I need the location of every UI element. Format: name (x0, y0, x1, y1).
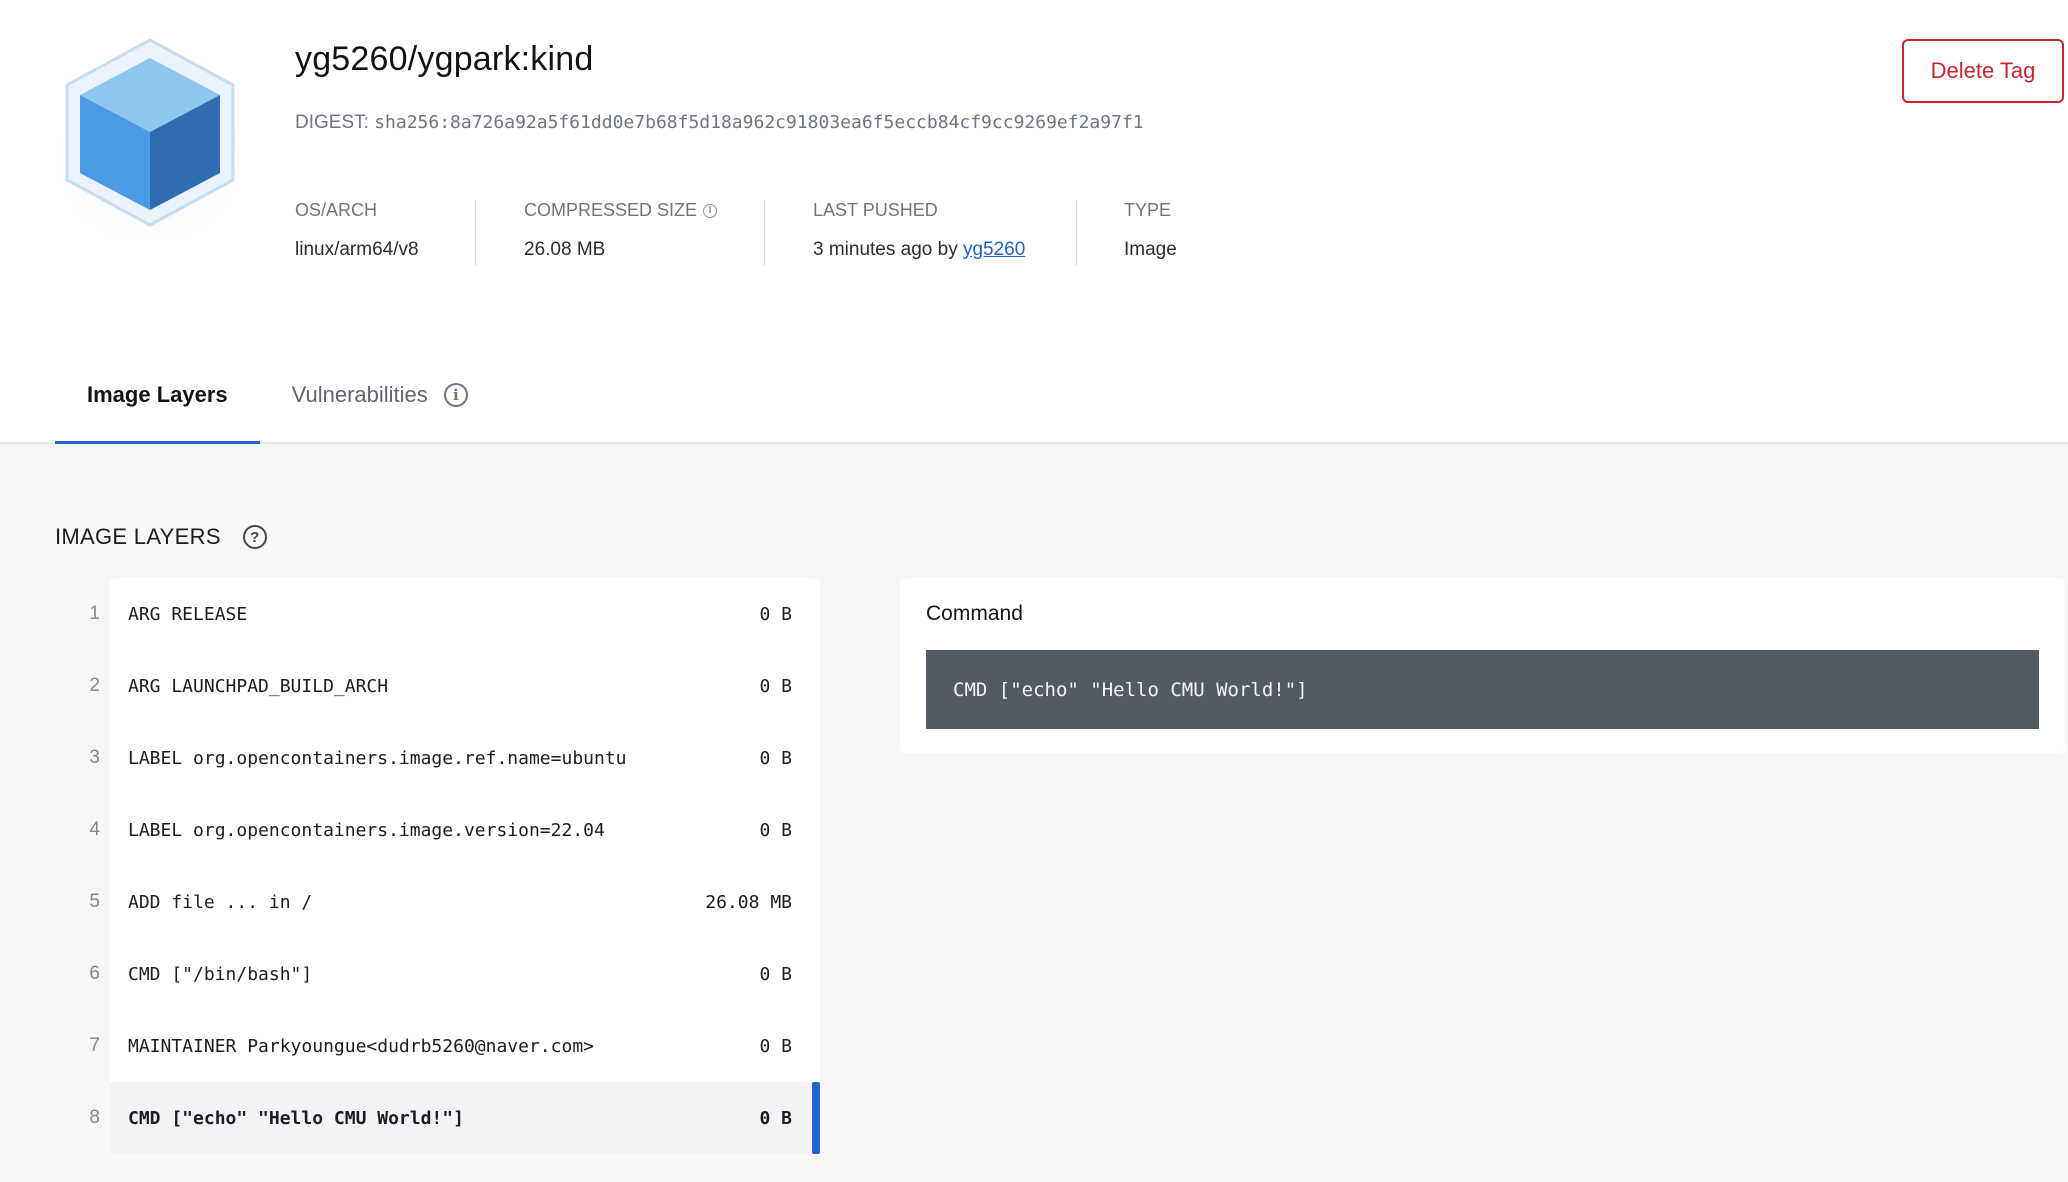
command-title: Command (926, 602, 1023, 625)
layer-command: MAINTAINER Parkyoungue<dudrb5260@naver.c… (128, 1035, 594, 1057)
last-pushed-time: 3 minutes ago by (813, 239, 958, 260)
meta-last-pushed: LAST PUSHED 3 minutes ago by yg5260 (813, 200, 1025, 266)
meta-divider (1076, 200, 1077, 266)
layer-number: 4 (55, 794, 110, 866)
info-icon[interactable]: i (443, 382, 468, 407)
tab-vulnerabilities-label: Vulnerabilities (291, 381, 428, 407)
digest-value[interactable]: sha256:8a726a92a5f61dd0e7b68f5d18a962c91… (374, 112, 1143, 133)
layer-row[interactable]: 8 CMD ["echo" "Hello CMU World!"] 0 B (55, 1082, 820, 1154)
digest-label: DIGEST: (295, 112, 369, 133)
compressed-size-label-row: COMPRESSED SIZE i (524, 200, 718, 221)
layer-command: LABEL org.opencontainers.image.ref.name=… (128, 747, 627, 769)
last-pushed-label: LAST PUSHED (813, 200, 938, 220)
section-title: IMAGE LAYERS ? (55, 524, 267, 550)
layer-body: ADD file ... in / 26.08 MB (110, 866, 820, 938)
layer-number: 1 (55, 578, 110, 650)
layer-number: 5 (55, 866, 110, 938)
layer-size: 26.08 MB (705, 891, 792, 913)
image-layers-heading: IMAGE LAYERS (55, 524, 221, 549)
layer-row[interactable]: 3 LABEL org.opencontainers.image.ref.name… (55, 722, 820, 794)
tag-header: yg5260/ygpark:kind DIGEST: sha256:8a726a… (0, 0, 2068, 445)
layer-size: 0 B (759, 603, 792, 625)
layer-command: CMD ["echo" "Hello CMU World!"] (128, 1107, 464, 1129)
info-icon[interactable]: i (703, 203, 718, 218)
tab-bar: Image Layers Vulnerabilities i (55, 345, 500, 445)
layer-size: 0 B (759, 1035, 792, 1057)
os-arch-value: linux/arm64/v8 (295, 239, 419, 260)
command-value: CMD ["echo" "Hello CMU World!"] (926, 650, 2039, 729)
compressed-size-label: COMPRESSED SIZE (524, 200, 698, 220)
layer-row[interactable]: 7 MAINTAINER Parkyoungue<dudrb5260@naver.… (55, 1010, 820, 1082)
layer-body: CMD ["/bin/bash"] 0 B (110, 938, 820, 1010)
layer-command: LABEL org.opencontainers.image.version=2… (128, 819, 605, 841)
layer-row[interactable]: 5 ADD file ... in / 26.08 MB (55, 866, 820, 938)
layer-body: LABEL org.opencontainers.image.version=2… (110, 794, 820, 866)
layer-command: ADD file ... in / (128, 891, 313, 913)
meta-compressed-size: COMPRESSED SIZE i 26.08 MB (524, 200, 718, 266)
layer-command: ARG LAUNCHPAD_BUILD_ARCH (128, 675, 389, 697)
type-value: Image (1124, 239, 1177, 260)
tab-image-layers[interactable]: Image Layers (55, 345, 260, 445)
layer-number: 3 (55, 722, 110, 794)
help-icon[interactable]: ? (242, 525, 267, 549)
layer-command: ARG RELEASE (128, 603, 248, 625)
layer-size: 0 B (759, 1107, 792, 1129)
main-content: IMAGE LAYERS ? 1 ARG RELEASE 0 B 2 ARG LAUNC… (0, 444, 2068, 1182)
pushed-by-user-link[interactable]: yg5260 (963, 239, 1025, 260)
os-arch-label: OS/ARCH (295, 200, 378, 220)
tab-image-layers-label: Image Layers (87, 381, 228, 407)
layer-body: MAINTAINER Parkyoungue<dudrb5260@naver.c… (110, 1010, 820, 1082)
meta-os-arch: OS/ARCH linux/arm64/v8 (295, 200, 419, 266)
last-pushed-value: 3 minutes ago by yg5260 (813, 239, 1025, 261)
layer-body: ARG RELEASE 0 B (110, 578, 820, 650)
meta-divider (475, 200, 476, 266)
layer-body: CMD ["echo" "Hello CMU World!"] 0 B (110, 1082, 820, 1154)
layer-number: 7 (55, 1010, 110, 1082)
compressed-size-value: 26.08 MB (524, 239, 606, 260)
layer-body: ARG LAUNCHPAD_BUILD_ARCH 0 B (110, 650, 820, 722)
image-cube-icon (55, 30, 245, 242)
layer-command: CMD ["/bin/bash"] (128, 963, 313, 985)
layer-size: 0 B (759, 747, 792, 769)
meta-divider (764, 200, 765, 266)
layer-row[interactable]: 2 ARG LAUNCHPAD_BUILD_ARCH 0 B (55, 650, 820, 722)
layer-number: 2 (55, 650, 110, 722)
type-label: TYPE (1124, 200, 1172, 220)
layer-body: LABEL org.opencontainers.image.ref.name=… (110, 722, 820, 794)
layer-row[interactable]: 4 LABEL org.opencontainers.image.version=… (55, 794, 820, 866)
layer-size: 0 B (759, 963, 792, 985)
tag-title: yg5260/ygpark:kind (295, 40, 594, 78)
digest: DIGEST: sha256:8a726a92a5f61dd0e7b68f5d1… (295, 112, 1144, 134)
layer-list: 1 ARG RELEASE 0 B 2 ARG LAUNCHPAD_BUILD_ARCH… (55, 578, 820, 1154)
delete-tag-button[interactable]: Delete Tag (1902, 39, 2064, 103)
layer-size: 0 B (759, 819, 792, 841)
layer-row[interactable]: 1 ARG RELEASE 0 B (55, 578, 820, 650)
tab-vulnerabilities[interactable]: Vulnerabilities i (260, 345, 500, 444)
layer-number: 6 (55, 938, 110, 1010)
layer-size: 0 B (759, 675, 792, 697)
layer-row[interactable]: 6 CMD ["/bin/bash"] 0 B (55, 938, 820, 1010)
layer-number: 8 (55, 1082, 110, 1154)
meta-type: TYPE Image (1124, 200, 1177, 266)
command-panel: Command CMD ["echo" "Hello CMU World!"] (900, 578, 2065, 753)
